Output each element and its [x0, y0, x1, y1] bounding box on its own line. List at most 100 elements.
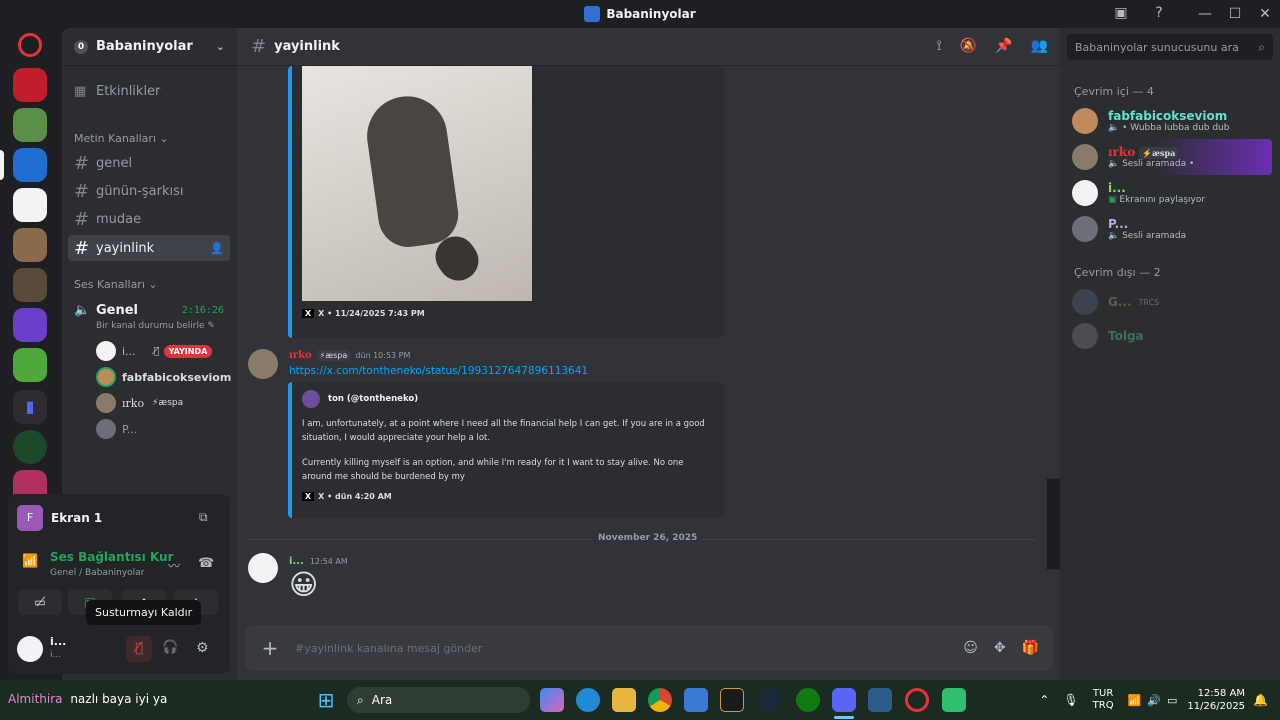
- clock[interactable]: 12:58 AM 11/26/2025: [1187, 687, 1245, 713]
- user-name[interactable]: i...: [50, 635, 66, 648]
- voice-timer: 2:16:26: [181, 304, 224, 316]
- connection-sub[interactable]: Genel / Babaninyolar: [50, 568, 144, 578]
- member-item[interactable]: P... 🔈 Sesli aramada: [1072, 211, 1272, 247]
- xbox-icon[interactable]: [796, 688, 820, 712]
- author-name[interactable]: i...: [289, 556, 304, 567]
- active-server-pill: [0, 150, 4, 180]
- plus-icon[interactable]: +: [259, 636, 281, 660]
- copilot-icon[interactable]: [540, 688, 564, 712]
- store-icon[interactable]: [684, 688, 708, 712]
- embed-author[interactable]: ton (@tontheneko): [328, 394, 418, 404]
- voice-category[interactable]: Ses Kanalları ⌄: [74, 278, 158, 291]
- battery-icon[interactable]: ▭: [1167, 694, 1177, 707]
- embed-footer: XX • 11/24/2025 7:43 PM: [302, 309, 425, 318]
- folder-icon[interactable]: ▮: [13, 390, 47, 424]
- chevron-up-icon[interactable]: ⌃: [1039, 693, 1049, 707]
- opera-logo-icon[interactable]: [18, 33, 42, 57]
- apps-icon[interactable]: ✥: [994, 640, 1006, 656]
- headphones-icon[interactable]: 🎧: [162, 640, 178, 655]
- noise-suppression-icon[interactable]: 〰: [168, 557, 180, 574]
- server-header[interactable]: 0 Babaninyolar ⌄: [62, 28, 237, 66]
- gift-icon[interactable]: 🎁: [1022, 640, 1039, 656]
- pin-icon[interactable]: 📌: [995, 38, 1012, 54]
- server-icon-5[interactable]: [13, 228, 47, 262]
- chrome-icon[interactable]: [648, 688, 672, 712]
- help-icon[interactable]: ?: [1150, 5, 1168, 23]
- speaker-icon: 🔈: [1108, 123, 1120, 133]
- system-tray: ⌃ 🎙 TUR TRQ 📶 🔊 ▭ 12:58 AM 11/26/2025 🔔: [1039, 680, 1280, 720]
- channel-mudae[interactable]: # mudae: [68, 206, 230, 232]
- file-explorer-icon[interactable]: [612, 688, 636, 712]
- voice-user-4[interactable]: P...: [96, 418, 137, 440]
- unmute-tooltip: Susturmayı Kaldır: [86, 600, 202, 625]
- notification-bell-icon[interactable]: 🔔: [1253, 693, 1268, 707]
- message-input[interactable]: #yayinlink kanalına mesaj gönder: [295, 642, 482, 655]
- server-icon-1[interactable]: [13, 68, 47, 102]
- author-avatar[interactable]: [248, 349, 278, 379]
- server-icon-6[interactable]: [13, 268, 47, 302]
- inbox-icon[interactable]: ▣: [1112, 5, 1130, 23]
- member-item[interactable]: Tolga: [1072, 318, 1272, 354]
- notifications-off-icon[interactable]: 🔕: [960, 38, 977, 54]
- member-item[interactable]: ırko ⚡æspa 🔈 Sesli aramada •: [1072, 139, 1272, 175]
- maximize-button[interactable]: ☐: [1220, 6, 1250, 22]
- camera-off-button[interactable]: ▭̸: [18, 589, 62, 615]
- wifi-icon[interactable]: 📶: [1128, 694, 1142, 707]
- settings-gear-icon[interactable]: ⚙: [196, 640, 209, 656]
- disconnect-icon[interactable]: ☎: [198, 556, 214, 571]
- voice-user-2[interactable]: fabfabicokseviom: [96, 366, 231, 388]
- edge-icon[interactable]: [576, 688, 600, 712]
- voice-channel-genel[interactable]: 🔈 Genel 2:16:26: [68, 297, 230, 323]
- sticker-icon[interactable]: ☺: [963, 640, 978, 656]
- discord-icon[interactable]: [832, 688, 856, 712]
- channel-status-hint[interactable]: Bir kanal durumu belirle ✎: [96, 321, 215, 331]
- voice-user-1[interactable]: i... 🎙̸ YAYINDA: [96, 340, 213, 362]
- connection-status[interactable]: Ses Bağlantısı Kur: [50, 550, 174, 564]
- text-category[interactable]: Metin Kanalları ⌄: [74, 132, 169, 145]
- server-icon-9[interactable]: [13, 430, 47, 464]
- speaker-icon: 🔈: [1108, 231, 1120, 241]
- signal-icon: 📶: [22, 554, 39, 569]
- member-item[interactable]: fabfabicokseviom 🔈 • Wubba lubba dub dub: [1072, 103, 1272, 139]
- app-icon[interactable]: [868, 688, 892, 712]
- events-item[interactable]: ▦ Etkinlikler: [68, 78, 230, 104]
- channel-gunun-sarkisi[interactable]: # günün-şarkısı: [68, 178, 230, 204]
- author-name[interactable]: ırko: [289, 350, 312, 361]
- microphone-icon[interactable]: 🎙: [1063, 693, 1078, 707]
- member-item[interactable]: i... ▣ Ekranını paylaşıyor: [1072, 175, 1272, 211]
- message-link[interactable]: https://x.com/tontheneko/status/19931276…: [289, 365, 588, 377]
- channel-yayinlink[interactable]: # yayinlink 👤: [68, 235, 230, 261]
- cat-image[interactable]: [302, 66, 532, 301]
- author-avatar[interactable]: [248, 553, 278, 583]
- windows-start-icon[interactable]: ⊞: [314, 688, 338, 712]
- league-icon[interactable]: [720, 688, 744, 712]
- member-item[interactable]: G... TRCS: [1072, 284, 1272, 320]
- popout-icon[interactable]: ⧉: [199, 510, 208, 525]
- members-icon[interactable]: 👥: [1031, 38, 1048, 54]
- app-icon-2[interactable]: [942, 688, 966, 712]
- speaker-icon: 🔈: [74, 302, 91, 318]
- channel-genel[interactable]: # genel: [68, 150, 230, 176]
- search-input[interactable]: Babaninyolar sunucusunu ara ⌕: [1067, 34, 1273, 60]
- steam-icon[interactable]: [758, 688, 782, 712]
- taskbar-search[interactable]: ⌕ Ara: [347, 687, 530, 713]
- close-button[interactable]: ✕: [1250, 6, 1280, 22]
- volume-icon[interactable]: 🔊: [1147, 694, 1161, 707]
- threads-icon[interactable]: ⟟: [936, 38, 941, 54]
- add-member-icon[interactable]: 👤: [210, 242, 224, 255]
- opera-icon[interactable]: [905, 688, 929, 712]
- server-icon-3[interactable]: [13, 148, 47, 182]
- server-icon-7[interactable]: [13, 308, 47, 342]
- member-tag: TRCS: [1138, 297, 1160, 307]
- server-icon-2[interactable]: [13, 108, 47, 142]
- server-icon-8[interactable]: [13, 348, 47, 382]
- minimize-button[interactable]: —: [1190, 6, 1220, 22]
- voice-user-3[interactable]: ırko ⚡æspa: [96, 392, 183, 414]
- language-indicator[interactable]: TUR TRQ: [1093, 688, 1114, 712]
- server-icon-4[interactable]: [13, 188, 47, 222]
- embed-author-avatar: [302, 390, 320, 408]
- calendar-icon: ▦: [74, 83, 87, 99]
- user-avatar[interactable]: [17, 636, 43, 662]
- mic-muted-button[interactable]: 🎙̸: [126, 636, 152, 662]
- server-name: Babaninyolar: [96, 39, 193, 54]
